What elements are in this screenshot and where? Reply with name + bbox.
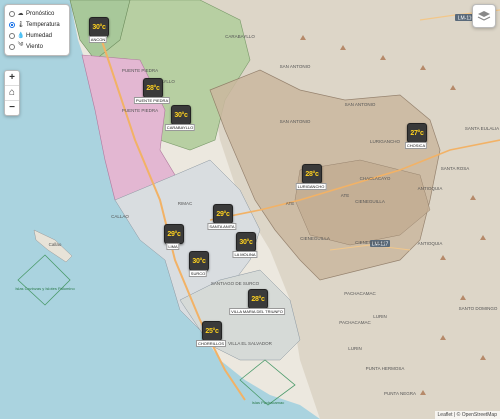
place-label: ANTIOQUIA xyxy=(418,241,443,246)
place-label: PUNTA HERMOSA xyxy=(366,366,405,371)
place-label: VILLA EL SALVADOR xyxy=(228,341,272,346)
wind-icon: ༄ xyxy=(17,42,24,48)
station-name-label: ANCON xyxy=(88,36,108,43)
place-label: LURIN xyxy=(348,346,362,351)
protected-area-label-pachacamac: Islas Pachacamac xyxy=(252,400,284,405)
station-name-label: CHOSICA xyxy=(404,142,428,149)
place-label: CHACLACAYO xyxy=(360,176,391,181)
temperature-badge[interactable]: 30°c xyxy=(236,232,256,252)
zoom-control: + ⌂ − xyxy=(4,70,20,116)
place-label: ATE xyxy=(341,193,349,198)
radio-pronostico[interactable] xyxy=(9,10,15,17)
temperature-badge[interactable]: 30°c xyxy=(171,105,191,125)
layer-label: Humedad xyxy=(26,32,53,39)
temperature-badge[interactable]: 30°c xyxy=(89,17,109,37)
temperature-badge[interactable]: 28°c xyxy=(248,289,268,309)
home-button[interactable]: ⌂ xyxy=(5,86,19,101)
temperature-badge[interactable]: 28°c xyxy=(302,164,322,184)
place-label: PACHACAMAC xyxy=(344,291,376,296)
home-icon: ⌂ xyxy=(8,87,16,98)
place-label: PUNTA NEGRA xyxy=(384,391,416,396)
place-label: CARABAYLLO xyxy=(225,34,255,39)
layer-selector-panel: ☁ Pronóstico 🌡 Temperatura 💧 Humedad ༄ Vient… xyxy=(4,4,70,56)
layers-icon xyxy=(477,11,491,21)
place-label: ANTIOQUIA xyxy=(418,186,443,191)
layer-label: Temperatura xyxy=(26,21,60,28)
station-name-label: SURCO xyxy=(188,270,208,277)
radio-temperatura[interactable] xyxy=(9,21,15,28)
temperature-value: 30°c xyxy=(192,257,206,265)
station-name-label: SANTA ANITA xyxy=(207,223,237,230)
place-label: PUENTE PIEDRA xyxy=(122,68,158,73)
place-label: LURIN xyxy=(373,314,387,319)
place-label: SANTIAGO DE SURCO xyxy=(211,281,260,286)
protected-area-label-palomino: Islas Cavinzas y Islotes Palomino xyxy=(15,286,75,291)
layer-label: Viento xyxy=(26,43,43,50)
station-name-label: LIMA xyxy=(166,243,180,250)
layers-button[interactable] xyxy=(472,4,496,28)
station-name-label: LA MOLINA xyxy=(232,251,258,258)
temperature-badge[interactable]: 25°c xyxy=(202,321,222,341)
temperature-value: 28°c xyxy=(305,170,319,178)
temperature-value: 28°c xyxy=(146,84,160,92)
place-label: ATE xyxy=(286,201,294,206)
station-name-label: CARABAYLLO xyxy=(164,124,196,131)
zoom-in-button[interactable]: + xyxy=(5,71,19,86)
station-name-label: PUENTE PIEDRA xyxy=(133,97,171,104)
zoom-out-button[interactable]: − xyxy=(5,101,19,115)
temperature-badge[interactable]: 29°c xyxy=(164,224,184,244)
place-label: PACHACAMAC xyxy=(339,320,371,325)
temperature-badge[interactable]: 27°c xyxy=(407,123,427,143)
place-label: RIMAC xyxy=(178,201,193,206)
station-name-label: CHORRILLOS xyxy=(195,340,227,347)
temperature-value: 30°c xyxy=(92,23,106,31)
temperature-badge[interactable]: 30°c xyxy=(189,251,209,271)
temperature-value: 28°c xyxy=(251,295,265,303)
temperature-value: 25°c xyxy=(205,327,219,335)
station-name-label: LURIGANCHO xyxy=(295,183,327,190)
place-label: SANTA EULALIA xyxy=(465,126,499,131)
temperature-value: 27°c xyxy=(410,129,424,137)
temperature-value: 30°c xyxy=(174,111,188,119)
place-label: SAN ANTONIO xyxy=(280,119,311,124)
layer-option-temperatura[interactable]: 🌡 Temperatura xyxy=(9,19,65,30)
place-label: SAN ANTONIO xyxy=(280,64,311,69)
station-name-label: VILLA MARIA DEL TRIUNFO xyxy=(229,308,285,315)
place-label: CIENEGUILLA xyxy=(300,236,330,241)
place-label: SANTA ROSA xyxy=(441,166,469,171)
cloud-icon: ☁ xyxy=(17,11,24,17)
thermometer-icon: 🌡 xyxy=(17,22,25,28)
place-label: CALLAO xyxy=(111,214,129,219)
layer-option-viento[interactable]: ༄ Viento xyxy=(9,41,65,52)
temperature-value: 29°c xyxy=(167,230,181,238)
radio-humedad[interactable] xyxy=(9,32,15,39)
place-label: SAN ANTONIO xyxy=(345,102,376,107)
map-canvas[interactable]: LM-116 LM-117 CARABAYLLOCARABAYLLOSAN AN… xyxy=(0,0,500,419)
map-attribution: Leaflet | © OpenStreetMap xyxy=(434,411,500,419)
temperature-badge[interactable]: 28°c xyxy=(143,78,163,98)
layer-option-pronostico[interactable]: ☁ Pronóstico xyxy=(9,8,65,19)
layer-label: Pronóstico xyxy=(26,10,55,17)
place-label: CIENEGUILLA xyxy=(355,199,385,204)
temperature-value: 30°c xyxy=(239,238,253,246)
radio-viento[interactable] xyxy=(9,43,15,50)
place-label: CIENEGUILLA xyxy=(355,240,385,245)
place-label: PUENTE PIEDRA xyxy=(122,108,158,113)
place-label: SANTO DOMINGO xyxy=(459,306,498,311)
temperature-value: 29°c xyxy=(216,210,230,218)
place-label: Callao xyxy=(49,242,62,247)
place-label: LURIGANCHO xyxy=(370,139,401,144)
temperature-badge[interactable]: 29°c xyxy=(213,204,233,224)
